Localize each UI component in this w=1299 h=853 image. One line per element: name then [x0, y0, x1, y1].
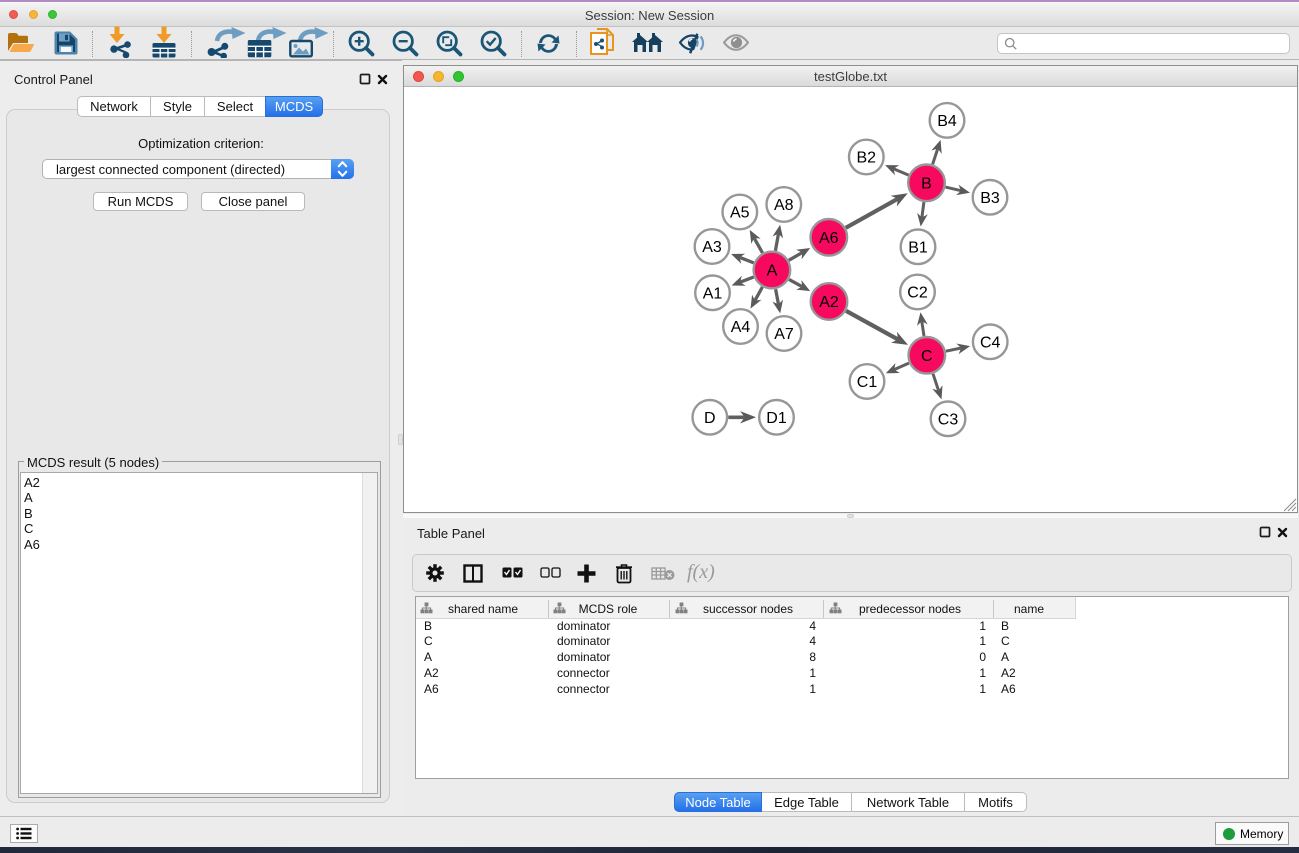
svg-text:A4: A4 — [731, 319, 751, 336]
svg-text:B1: B1 — [908, 239, 928, 256]
svg-text:C: C — [921, 348, 933, 365]
svg-text:A8: A8 — [774, 197, 794, 214]
svg-text:D: D — [704, 410, 716, 427]
svg-text:B4: B4 — [937, 113, 957, 130]
svg-text:A: A — [767, 263, 778, 280]
svg-text:C3: C3 — [938, 411, 959, 428]
svg-text:B2: B2 — [857, 150, 877, 167]
svg-text:C2: C2 — [907, 285, 928, 302]
svg-text:A7: A7 — [774, 326, 794, 343]
svg-text:B: B — [921, 175, 932, 192]
svg-text:A1: A1 — [703, 285, 723, 302]
svg-text:A6: A6 — [819, 230, 839, 247]
svg-text:A2: A2 — [819, 294, 839, 311]
svg-text:A5: A5 — [730, 205, 750, 222]
svg-text:B3: B3 — [980, 190, 1000, 207]
svg-text:C4: C4 — [980, 334, 1001, 351]
svg-text:C1: C1 — [857, 374, 878, 391]
svg-text:A3: A3 — [702, 239, 722, 256]
svg-text:D1: D1 — [766, 410, 787, 427]
